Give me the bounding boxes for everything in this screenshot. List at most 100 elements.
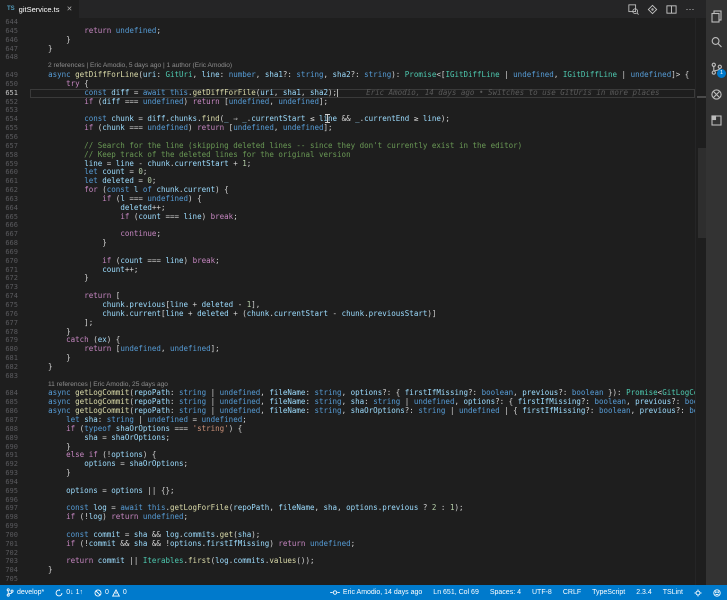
line-number[interactable]: 673 — [0, 283, 30, 292]
feedback-smiley-status[interactable] — [713, 588, 721, 597]
code-line[interactable]: 673 — [0, 283, 706, 292]
activity-source-control[interactable]: 1 — [706, 55, 727, 81]
code-line[interactable]: 684 async getLogCommit(repoPath: string … — [0, 389, 706, 398]
code-line[interactable]: 645 return undefined; — [0, 27, 706, 36]
line-number[interactable]: 685 — [0, 398, 30, 407]
line-number[interactable]: 660 — [0, 168, 30, 177]
scrollbar-slider[interactable] — [698, 148, 706, 238]
encoding-status[interactable]: UTF-8 — [532, 589, 552, 596]
code-line[interactable]: 686 async getLogCommit(repoPath: string … — [0, 407, 706, 416]
code-line[interactable]: 694 — [0, 478, 706, 487]
line-number[interactable]: 694 — [0, 478, 30, 487]
line-number[interactable]: 700 — [0, 531, 30, 540]
line-number[interactable]: 653 — [0, 106, 30, 115]
code-line[interactable]: 644 — [0, 18, 706, 27]
settings-gear-status[interactable] — [694, 588, 702, 597]
line-number[interactable]: 696 — [0, 496, 30, 505]
code-line[interactable]: 656 — [0, 133, 706, 142]
line-number[interactable]: 645 — [0, 27, 30, 36]
git-branch-status[interactable]: develop* — [6, 588, 44, 597]
code-line[interactable]: 680 return [undefined, undefined]; — [0, 345, 706, 354]
line-number[interactable]: 680 — [0, 345, 30, 354]
code-line[interactable]: 674 return [ — [0, 292, 706, 301]
more-actions-icon[interactable]: ⋯ — [684, 3, 696, 15]
code-line[interactable]: 698 if (!log) return undefined; — [0, 513, 706, 522]
code-line[interactable]: 685 async getLogCommit(repoPath: string … — [0, 398, 706, 407]
code-line[interactable]: 682 } — [0, 363, 706, 372]
code-line[interactable]: 702 — [0, 549, 706, 558]
code-line[interactable]: 671 count++; — [0, 266, 706, 275]
line-number[interactable]: 676 — [0, 310, 30, 319]
line-number[interactable]: 698 — [0, 513, 30, 522]
code-line[interactable]: 677 ]; — [0, 319, 706, 328]
line-number[interactable]: 658 — [0, 151, 30, 160]
line-number[interactable]: 686 — [0, 407, 30, 416]
code-line[interactable]: 691 else if (!options) { — [0, 451, 706, 460]
code-line[interactable]: 692 options = shaOrOptions; — [0, 460, 706, 469]
line-number[interactable]: 702 — [0, 549, 30, 558]
code-line[interactable]: 646 } — [0, 36, 706, 45]
gitlens-blame-icon[interactable] — [646, 3, 658, 15]
line-number[interactable]: 704 — [0, 566, 30, 575]
sync-status[interactable]: 0↓ 1↑ — [55, 588, 83, 597]
code-line[interactable]: 679 catch (ex) { — [0, 336, 706, 345]
line-number[interactable]: 666 — [0, 221, 30, 230]
activity-search[interactable] — [706, 29, 727, 55]
line-number[interactable]: 677 — [0, 319, 30, 328]
code-line[interactable]: 688 if (typeof shaOrOptions === 'string'… — [0, 425, 706, 434]
code-line[interactable]: 665 if (count === line) break; — [0, 213, 706, 222]
code-line[interactable]: 662 for (const l of chunk.current) { — [0, 186, 706, 195]
line-number[interactable]: 674 — [0, 292, 30, 301]
code-line[interactable]: 675 chunk.previous[line + deleted - 1], — [0, 301, 706, 310]
code-line[interactable]: 676 chunk.current[line + deleted + (chun… — [0, 310, 706, 319]
line-number[interactable]: 690 — [0, 443, 30, 452]
code-line[interactable]: 687 let sha: string | undefined = undefi… — [0, 416, 706, 425]
tslint-status[interactable]: TSLint — [663, 589, 683, 596]
activity-extensions[interactable] — [706, 107, 727, 133]
code-line[interactable]: 657 // Search for the line (skipping del… — [0, 142, 706, 151]
gitlens-line-blame-status[interactable]: Eric Amodio, 14 days ago — [330, 589, 422, 596]
line-number[interactable]: 661 — [0, 177, 30, 186]
code-line[interactable]: 648 — [0, 53, 706, 62]
line-number[interactable]: 699 — [0, 522, 30, 531]
line-number[interactable]: 659 — [0, 160, 30, 169]
line-number[interactable]: 684 — [0, 389, 30, 398]
line-number[interactable]: 655 — [0, 124, 30, 133]
code-line[interactable]: 664 deleted++; — [0, 204, 706, 213]
code-line[interactable]: 663 if (l === undefined) { — [0, 195, 706, 204]
editor-scrollbar[interactable] — [695, 18, 706, 585]
tab-gitservice[interactable]: TS gitService.ts ✕ — [0, 0, 81, 18]
code-line[interactable]: 703 return commit || Iterables.first(log… — [0, 557, 706, 566]
line-number[interactable]: 693 — [0, 469, 30, 478]
activity-explorer[interactable] — [706, 3, 727, 29]
line-number[interactable] — [0, 62, 30, 71]
line-number[interactable]: 688 — [0, 425, 30, 434]
line-number[interactable]: 652 — [0, 98, 30, 107]
line-number[interactable]: 668 — [0, 239, 30, 248]
eol-status[interactable]: CRLF — [563, 589, 581, 596]
codelens-row[interactable]: 11 references | Eric Amodio, 25 days ago — [0, 381, 706, 390]
line-number[interactable]: 649 — [0, 71, 30, 80]
tab-close-icon[interactable]: ✕ — [67, 5, 73, 13]
line-number[interactable]: 681 — [0, 354, 30, 363]
code-line[interactable]: 658 // Keep track of the deleted lines f… — [0, 151, 706, 160]
line-number[interactable]: 670 — [0, 257, 30, 266]
line-number[interactable]: 651 — [0, 89, 30, 98]
code-line[interactable]: 654 const chunk = diff.chunks.find(_ ⇒ _… — [0, 115, 706, 124]
code-line[interactable]: 667 continue; — [0, 230, 706, 239]
line-number[interactable]: 687 — [0, 416, 30, 425]
code-line[interactable]: 661 let deleted = 0; — [0, 177, 706, 186]
code-line[interactable]: 672 } — [0, 274, 706, 283]
line-number[interactable]: 662 — [0, 186, 30, 195]
code-editor[interactable]: 644 645 return undefined; 646 } 647 } 648 2 r… — [0, 18, 706, 585]
code-line[interactable]: 704 } — [0, 566, 706, 575]
code-line[interactable]: 651 const diff = await this.getDiffForFi… — [0, 89, 706, 98]
line-number[interactable]: 675 — [0, 301, 30, 310]
code-line[interactable]: 653 — [0, 106, 706, 115]
code-line[interactable]: 689 sha = shaOrOptions; — [0, 434, 706, 443]
code-line[interactable]: 655 if (chunk === undefined) return [und… — [0, 124, 706, 133]
code-line[interactable]: 683 — [0, 372, 706, 381]
line-number[interactable]: 701 — [0, 540, 30, 549]
line-number[interactable]: 682 — [0, 363, 30, 372]
line-number[interactable]: 672 — [0, 274, 30, 283]
